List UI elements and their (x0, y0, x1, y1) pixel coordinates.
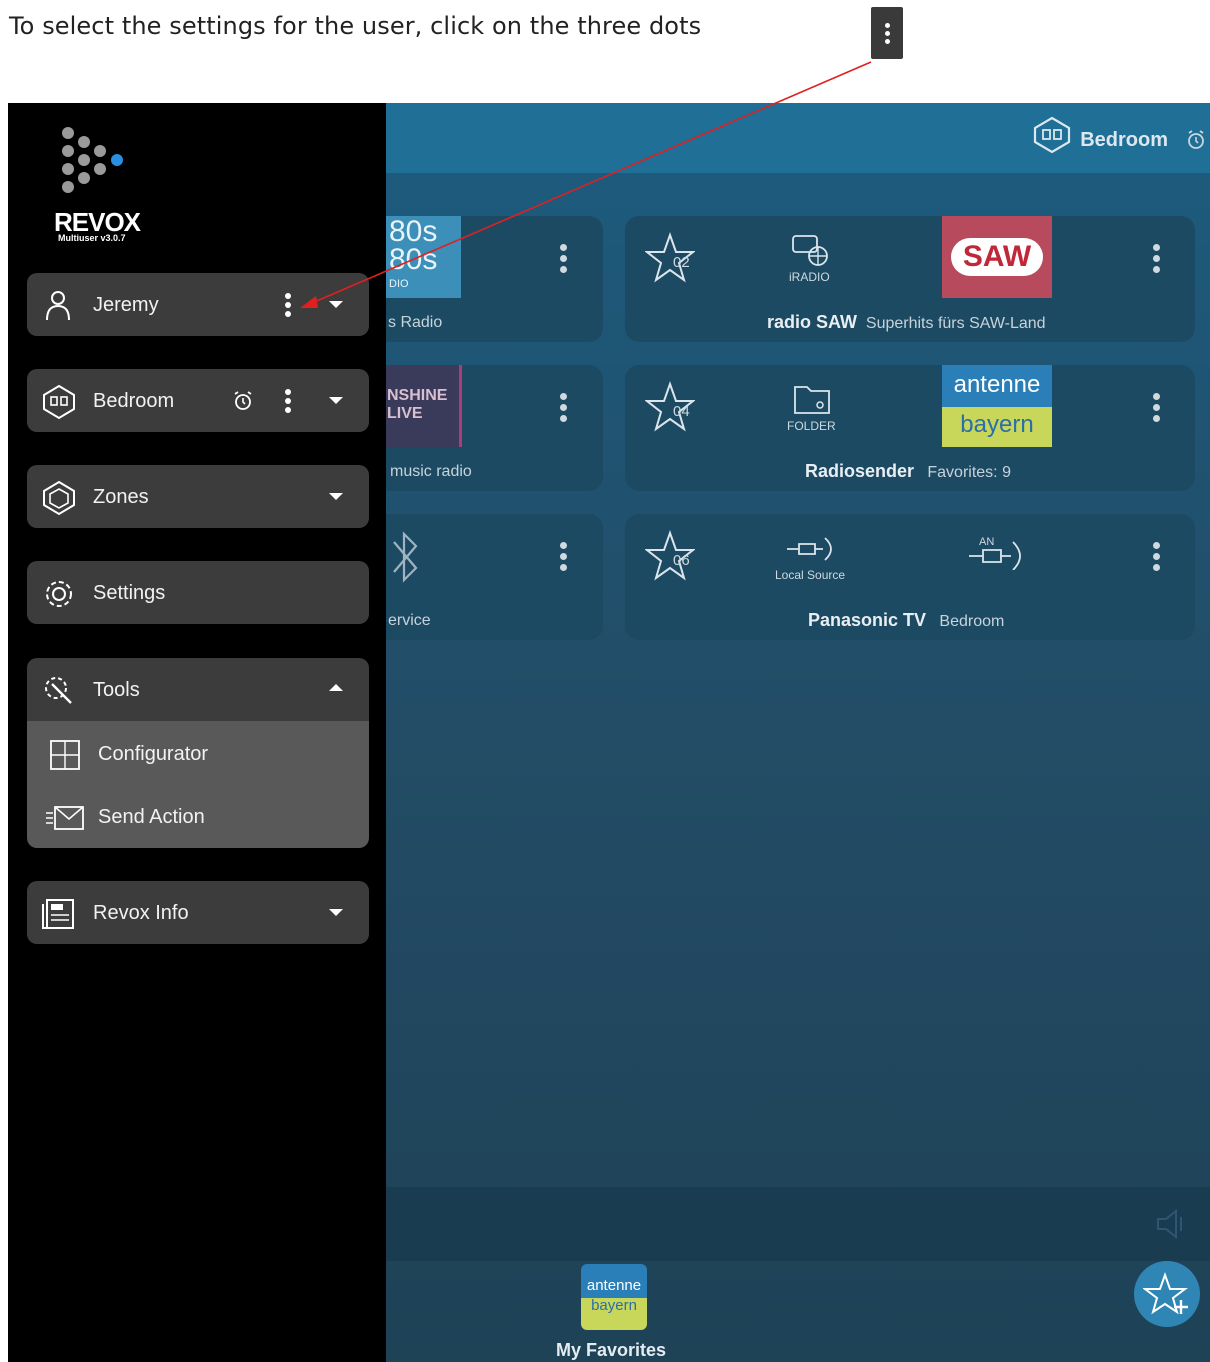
annotation-arrow (300, 61, 872, 308)
